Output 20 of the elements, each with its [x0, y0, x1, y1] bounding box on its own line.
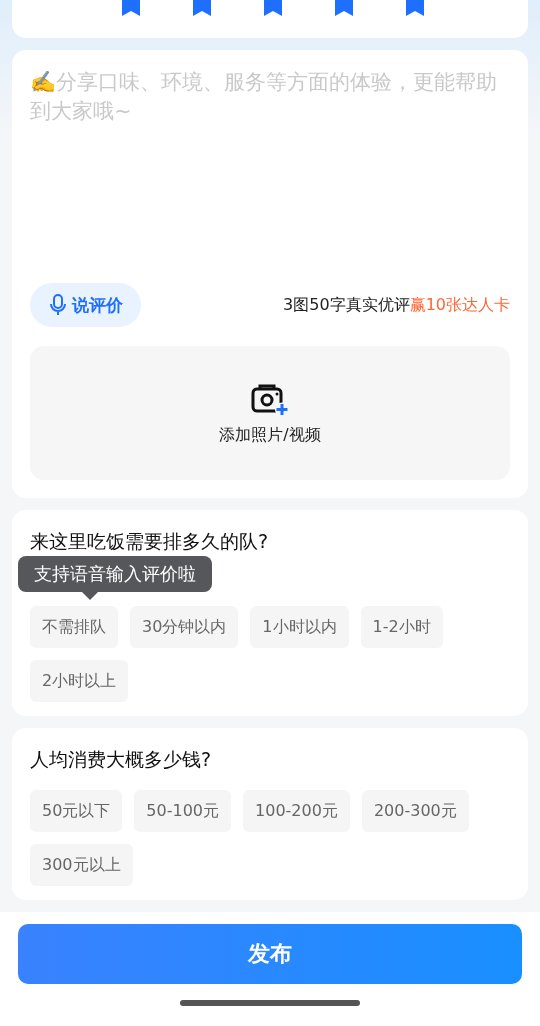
option-chip[interactable]: 30分钟以内 — [130, 606, 239, 648]
tooltip-arrow — [82, 592, 98, 600]
voice-review-button[interactable]: 说评价 — [30, 283, 141, 328]
option-chip[interactable]: 1小时以内 — [250, 606, 349, 648]
option-chip[interactable]: 50-100元 — [134, 790, 232, 832]
option-chip[interactable]: 不需排队 — [30, 606, 118, 648]
option-chip[interactable]: 300元以上 — [30, 844, 133, 886]
tooltip: 支持语音输入评价啦 — [18, 556, 212, 592]
reward-note: 3图50字真实优评赢10张达人卡 — [283, 294, 510, 316]
option-chip[interactable]: 200-300元 — [361, 790, 469, 832]
upload-label: 添加照片/视频 — [219, 424, 321, 446]
option-chip[interactable]: 2小时以上 — [30, 660, 129, 702]
option-chip[interactable]: 50元以下 — [30, 790, 123, 832]
question-title: 来这里吃饭需要排多久的队? — [30, 529, 270, 554]
upload-area[interactable]: 添加照片/视频 — [30, 346, 510, 480]
option-chip[interactable]: 100-200元 — [243, 790, 350, 832]
option-chip[interactable]: 1-2小时 — [360, 606, 443, 648]
publish-button[interactable]: 发布 — [18, 924, 522, 984]
question-title: 人均消费大概多少钱? — [30, 747, 213, 772]
microphone-icon — [50, 294, 66, 317]
